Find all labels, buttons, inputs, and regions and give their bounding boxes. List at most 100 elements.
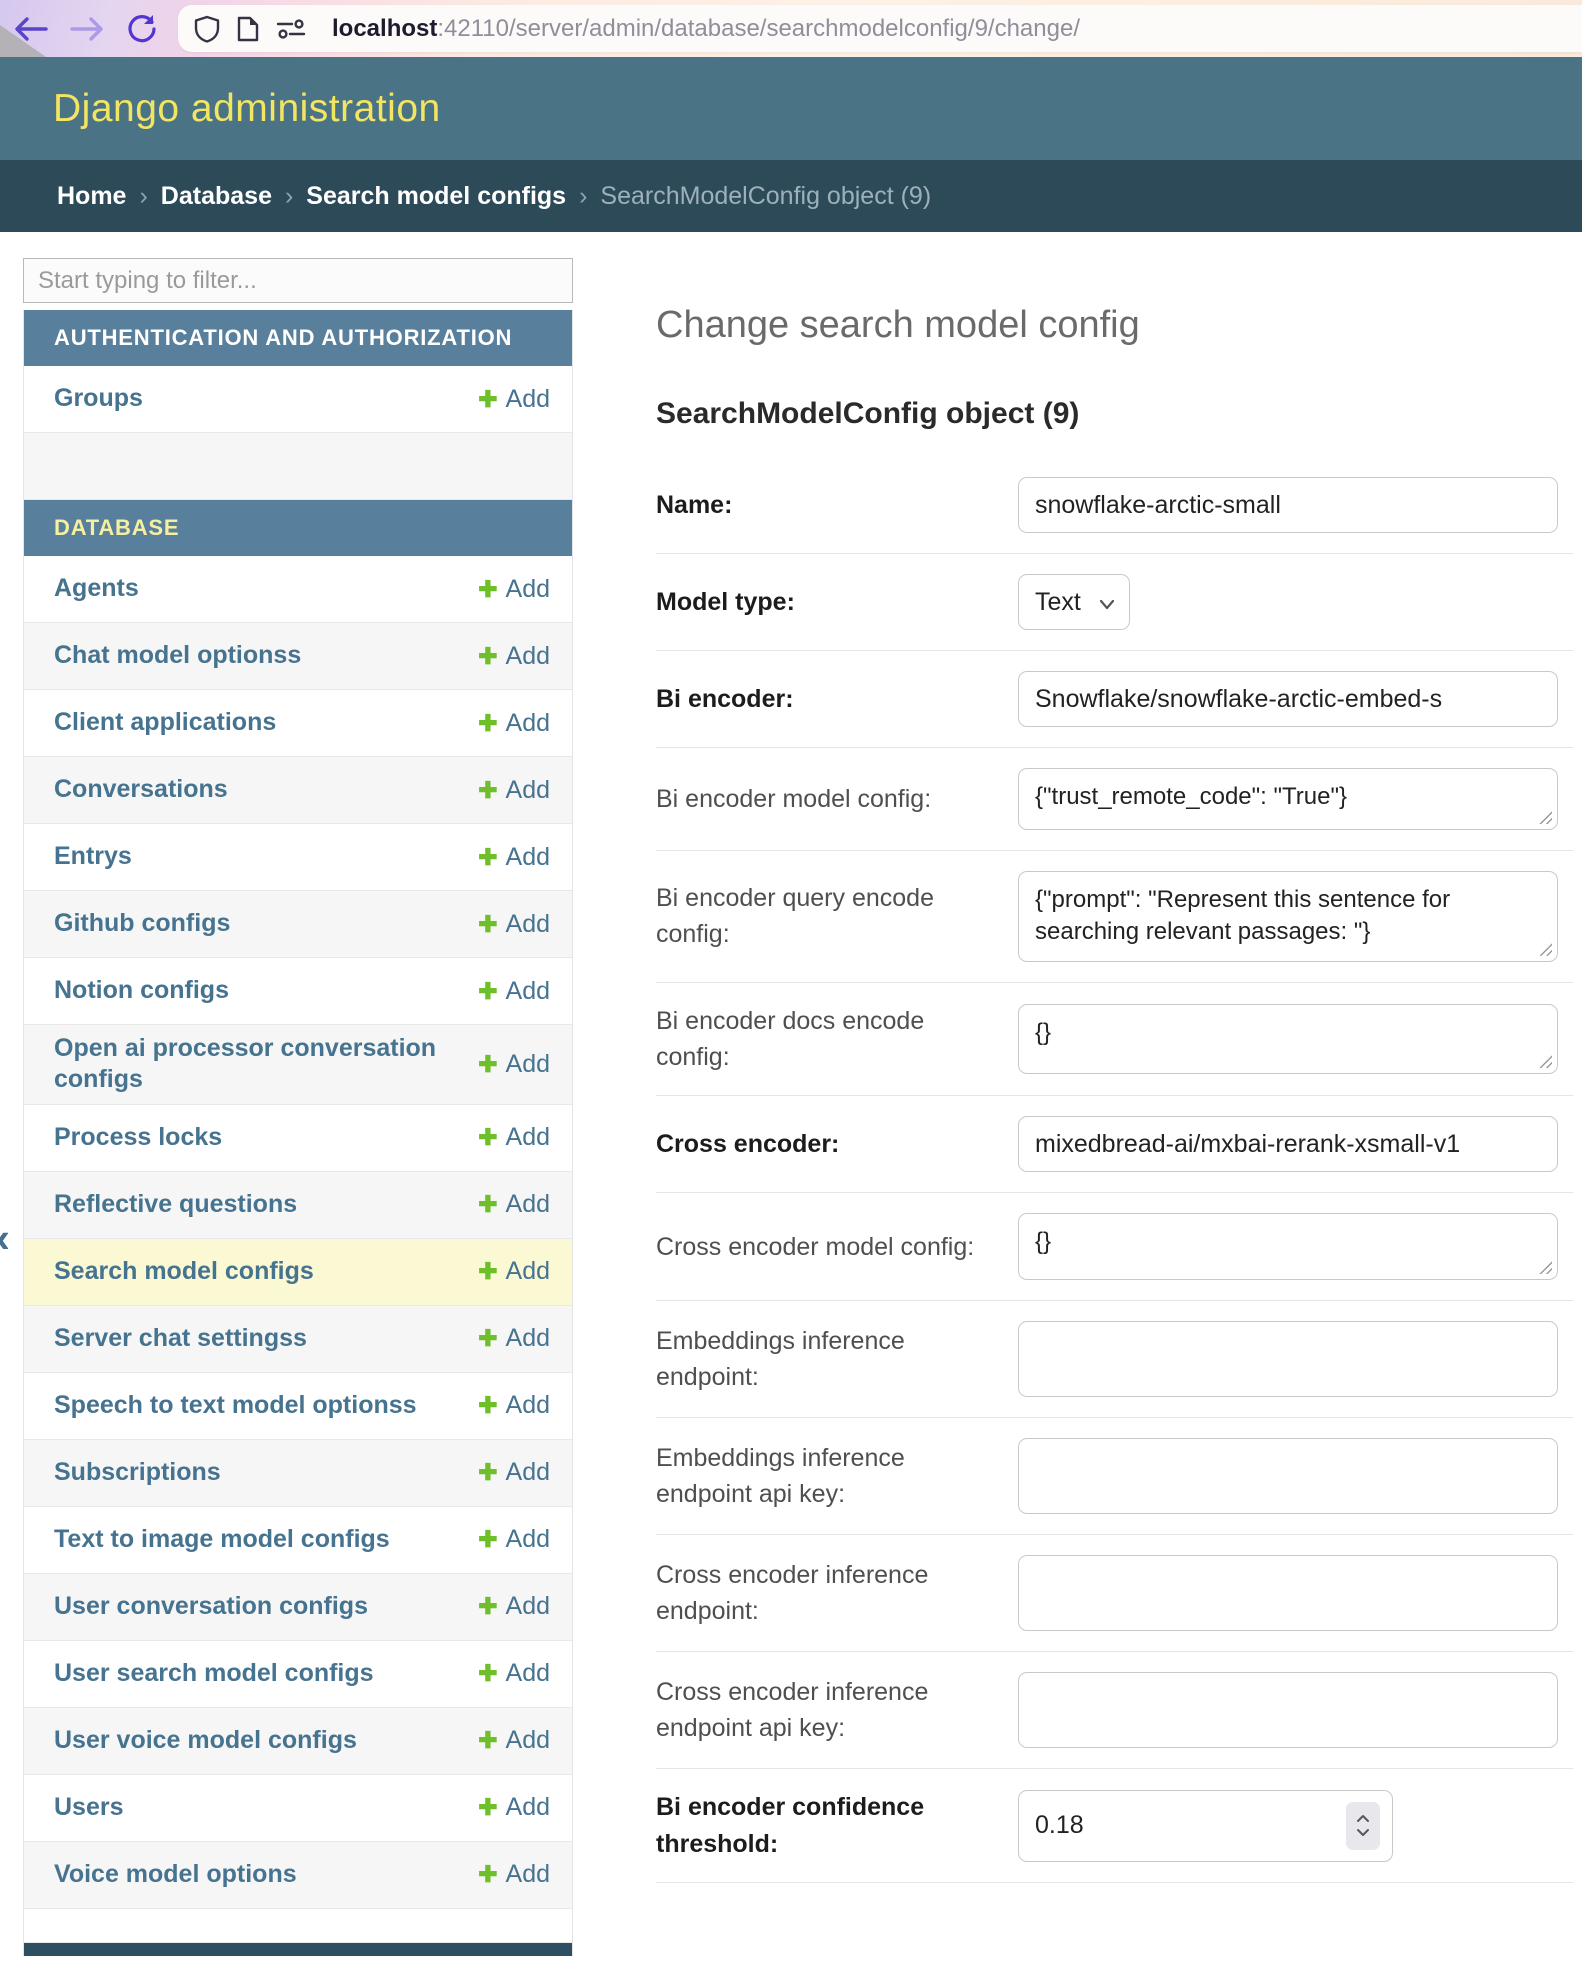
user-conversation-configs-link[interactable]: User conversation configs — [54, 1591, 368, 1622]
main-content: Change search model config SearchModelCo… — [573, 232, 1582, 1883]
embeddings-inference-endpoint-api-key-input[interactable] — [1018, 1438, 1558, 1514]
sidebar-collapse-icon[interactable]: ‹ — [0, 1217, 10, 1259]
add-server-chat-settingss-link[interactable]: ✚Add — [478, 1324, 550, 1353]
users-link[interactable]: Users — [54, 1792, 124, 1823]
plus-icon: ✚ — [478, 844, 497, 871]
form-row-bi-encoder: Bi encoder: — [656, 651, 1573, 748]
model-type-select[interactable]: Text — [1018, 574, 1130, 630]
agents-link[interactable]: Agents — [54, 573, 139, 604]
sidebar-item-user-conversation-configs: User conversation configs ✚Add — [24, 1574, 572, 1641]
url-text[interactable]: localhost:42110/server/admin/database/se… — [332, 15, 1080, 43]
module-caption-auth: AUTHENTICATION AND AUTHORIZATION — [24, 310, 572, 366]
cross-encoder-inference-endpoint-api-key-input[interactable] — [1018, 1672, 1558, 1748]
breadcrumb-home[interactable]: Home — [57, 182, 126, 211]
form-row-model-type: Model type: Text — [656, 554, 1573, 651]
add-chat-model-optionss-link[interactable]: ✚Add — [478, 642, 550, 671]
user-search-model-configs-link[interactable]: User search model configs — [54, 1658, 374, 1689]
name-input[interactable] — [1018, 477, 1558, 533]
add-client-applications-link[interactable]: ✚Add — [478, 709, 550, 738]
add-reflective-questions-link[interactable]: ✚Add — [478, 1190, 550, 1219]
add-agents-link[interactable]: ✚Add — [478, 575, 550, 604]
github-configs-link[interactable]: Github configs — [54, 908, 230, 939]
add-search-model-configs-link[interactable]: ✚Add — [478, 1257, 550, 1286]
reload-icon[interactable] — [126, 13, 158, 45]
bi-encoder-model-config-label: Bi encoder model config: — [656, 781, 986, 817]
cross-encoder-inference-endpoint-input[interactable] — [1018, 1555, 1558, 1631]
add-open-ai-processor-conversation-configs-link[interactable]: ✚Add — [478, 1050, 550, 1079]
resize-grip-icon[interactable] — [1536, 1258, 1552, 1274]
breadcrumb-search-model-configs[interactable]: Search model configs — [306, 182, 566, 211]
notion-configs-link[interactable]: Notion configs — [54, 975, 229, 1006]
module-caption-database: DATABASE — [24, 500, 572, 556]
site-title[interactable]: Django administration — [53, 87, 441, 131]
process-locks-link[interactable]: Process locks — [54, 1122, 222, 1153]
address-bar[interactable]: localhost:42110/server/admin/database/se… — [178, 5, 1582, 52]
add-users-link[interactable]: ✚Add — [478, 1793, 550, 1822]
add-entrys-link[interactable]: ✚Add — [478, 843, 550, 872]
url-path: :42110/server/admin/database/searchmodel… — [437, 15, 1080, 42]
plus-icon: ✚ — [478, 1593, 497, 1620]
resize-grip-icon[interactable] — [1536, 808, 1552, 824]
server-chat-settingss-link[interactable]: Server chat settingss — [54, 1323, 307, 1354]
cross-encoder-inference-endpoint-label: Cross encoder inference endpoint: — [656, 1557, 986, 1630]
sidebar-item-conversations: Conversations ✚Add — [24, 757, 572, 824]
form-row-bi-encoder-model-config: Bi encoder model config: {"trust_remote_… — [656, 748, 1573, 851]
resize-grip-icon[interactable] — [1536, 1052, 1552, 1068]
add-subscriptions-link[interactable]: ✚Add — [478, 1458, 550, 1487]
add-voice-model-options-link[interactable]: ✚Add — [478, 1860, 550, 1889]
sidebar-item-client-applications: Client applications ✚Add — [24, 690, 572, 757]
plus-icon: ✚ — [478, 978, 497, 1005]
add-text-to-image-model-configs-link[interactable]: ✚Add — [478, 1525, 550, 1554]
user-voice-model-configs-link[interactable]: User voice model configs — [54, 1725, 357, 1756]
sidebar-item-reflective-questions: Reflective questions ✚Add — [24, 1172, 572, 1239]
plus-icon: ✚ — [478, 1392, 497, 1419]
add-process-locks-link[interactable]: ✚Add — [478, 1123, 550, 1152]
plus-icon: ✚ — [478, 1794, 497, 1821]
sidebar-filter-input[interactable] — [23, 258, 573, 303]
voice-model-options-link[interactable]: Voice model options — [54, 1859, 297, 1890]
client-applications-link[interactable]: Client applications — [54, 707, 276, 738]
bi-encoder-docs-encode-config-label: Bi encoder docs encode config: — [656, 1003, 986, 1076]
search-model-configs-link[interactable]: Search model configs — [54, 1256, 314, 1287]
sidebar-item-github-configs: Github configs ✚Add — [24, 891, 572, 958]
page-info-icon[interactable] — [236, 15, 260, 43]
plus-icon: ✚ — [478, 777, 497, 804]
text-to-image-model-configs-link[interactable]: Text to image model configs — [54, 1524, 390, 1555]
bi-encoder-confidence-threshold-input[interactable]: 0.18 — [1018, 1790, 1393, 1862]
add-user-search-model-configs-link[interactable]: ✚Add — [478, 1659, 550, 1688]
cross-encoder-input[interactable] — [1018, 1116, 1558, 1172]
add-groups-link[interactable]: ✚Add — [478, 385, 550, 414]
bi-encoder-model-config-textarea[interactable]: {"trust_remote_code": "True"} — [1018, 768, 1558, 830]
forward-icon[interactable] — [70, 16, 104, 42]
subscriptions-link[interactable]: Subscriptions — [54, 1457, 221, 1488]
sidebar-item-server-chat-settingss: Server chat settingss ✚Add — [24, 1306, 572, 1373]
permissions-icon[interactable] — [276, 18, 306, 40]
embeddings-inference-endpoint-input[interactable] — [1018, 1321, 1558, 1397]
add-conversations-link[interactable]: ✚Add — [478, 776, 550, 805]
add-user-conversation-configs-link[interactable]: ✚Add — [478, 1592, 550, 1621]
back-icon[interactable] — [14, 16, 48, 42]
module-auth: AUTHENTICATION AND AUTHORIZATION Groups … — [23, 310, 573, 500]
bi-encoder-input[interactable] — [1018, 671, 1558, 727]
add-github-configs-link[interactable]: ✚Add — [478, 910, 550, 939]
chat-model-optionss-link[interactable]: Chat model optionss — [54, 640, 301, 671]
open-ai-processor-conversation-configs-link[interactable]: Open ai processor conversation configs — [54, 1033, 444, 1096]
bi-encoder-docs-encode-config-textarea[interactable]: {} — [1018, 1004, 1558, 1074]
sidebar-item-chat-model-optionss: Chat model optionss ✚Add — [24, 623, 572, 690]
add-user-voice-model-configs-link[interactable]: ✚Add — [478, 1726, 550, 1755]
add-notion-configs-link[interactable]: ✚Add — [478, 977, 550, 1006]
groups-link[interactable]: Groups — [54, 383, 143, 414]
object-title: SearchModelConfig object (9) — [656, 397, 1573, 431]
speech-to-text-model-optionss-link[interactable]: Speech to text model optionss — [54, 1390, 417, 1421]
shield-icon[interactable] — [194, 15, 220, 43]
resize-grip-icon[interactable] — [1536, 940, 1552, 956]
conversations-link[interactable]: Conversations — [54, 774, 228, 805]
bi-encoder-confidence-threshold-label: Bi encoder confidence threshold: — [656, 1789, 986, 1862]
breadcrumb-database[interactable]: Database — [161, 182, 272, 211]
add-speech-to-text-model-optionss-link[interactable]: ✚Add — [478, 1391, 550, 1420]
entrys-link[interactable]: Entrys — [54, 841, 132, 872]
cross-encoder-model-config-textarea[interactable]: {} — [1018, 1213, 1558, 1280]
number-stepper[interactable] — [1346, 1802, 1380, 1850]
reflective-questions-link[interactable]: Reflective questions — [54, 1189, 297, 1220]
bi-encoder-query-encode-config-textarea[interactable]: {"prompt": "Represent this sentence for … — [1018, 871, 1558, 962]
